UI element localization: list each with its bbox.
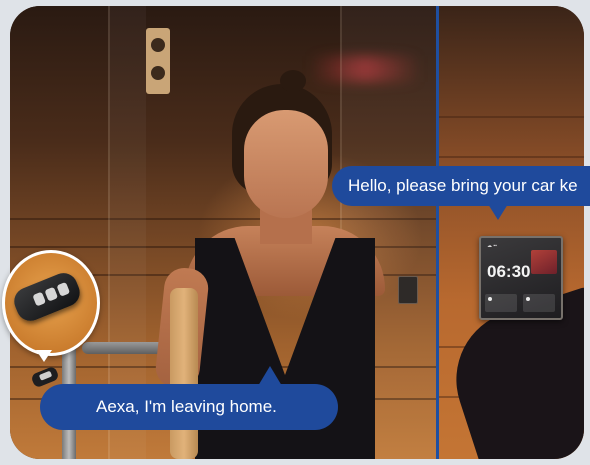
panel-scene-button: [523, 294, 555, 312]
key-button: [44, 286, 59, 302]
wood-plank: [439, 156, 584, 158]
user-speech-bubble: Aexa, I'm leaving home.: [40, 384, 338, 430]
panel-accent: [531, 250, 557, 274]
wall-speaker: [146, 28, 170, 94]
key-fob-callout-tail: [36, 350, 52, 362]
home-icon: [488, 297, 492, 301]
assistant-speech-bubble: Hello, please bring your car ke: [332, 166, 590, 206]
home-icon: [526, 297, 530, 301]
panel-clock: 06:30: [487, 262, 531, 281]
smart-home-panel: ☁ ▪▪ 06:30: [479, 236, 563, 320]
wooden-door-handle: [170, 288, 198, 459]
key-button: [32, 291, 47, 307]
key-button: [56, 281, 71, 297]
person-face: [244, 110, 328, 218]
panel-scene-button: [485, 294, 517, 312]
speech-bubble-tail: [258, 366, 282, 386]
inset-scene: ☁ ▪▪ 06:30: [436, 6, 584, 459]
weather-icon: ☁ ▪▪: [487, 243, 497, 249]
person-hair-bun: [280, 70, 306, 92]
speech-bubble-tail: [488, 204, 508, 220]
wood-plank: [439, 116, 584, 118]
wall-panel-small: [398, 276, 418, 304]
